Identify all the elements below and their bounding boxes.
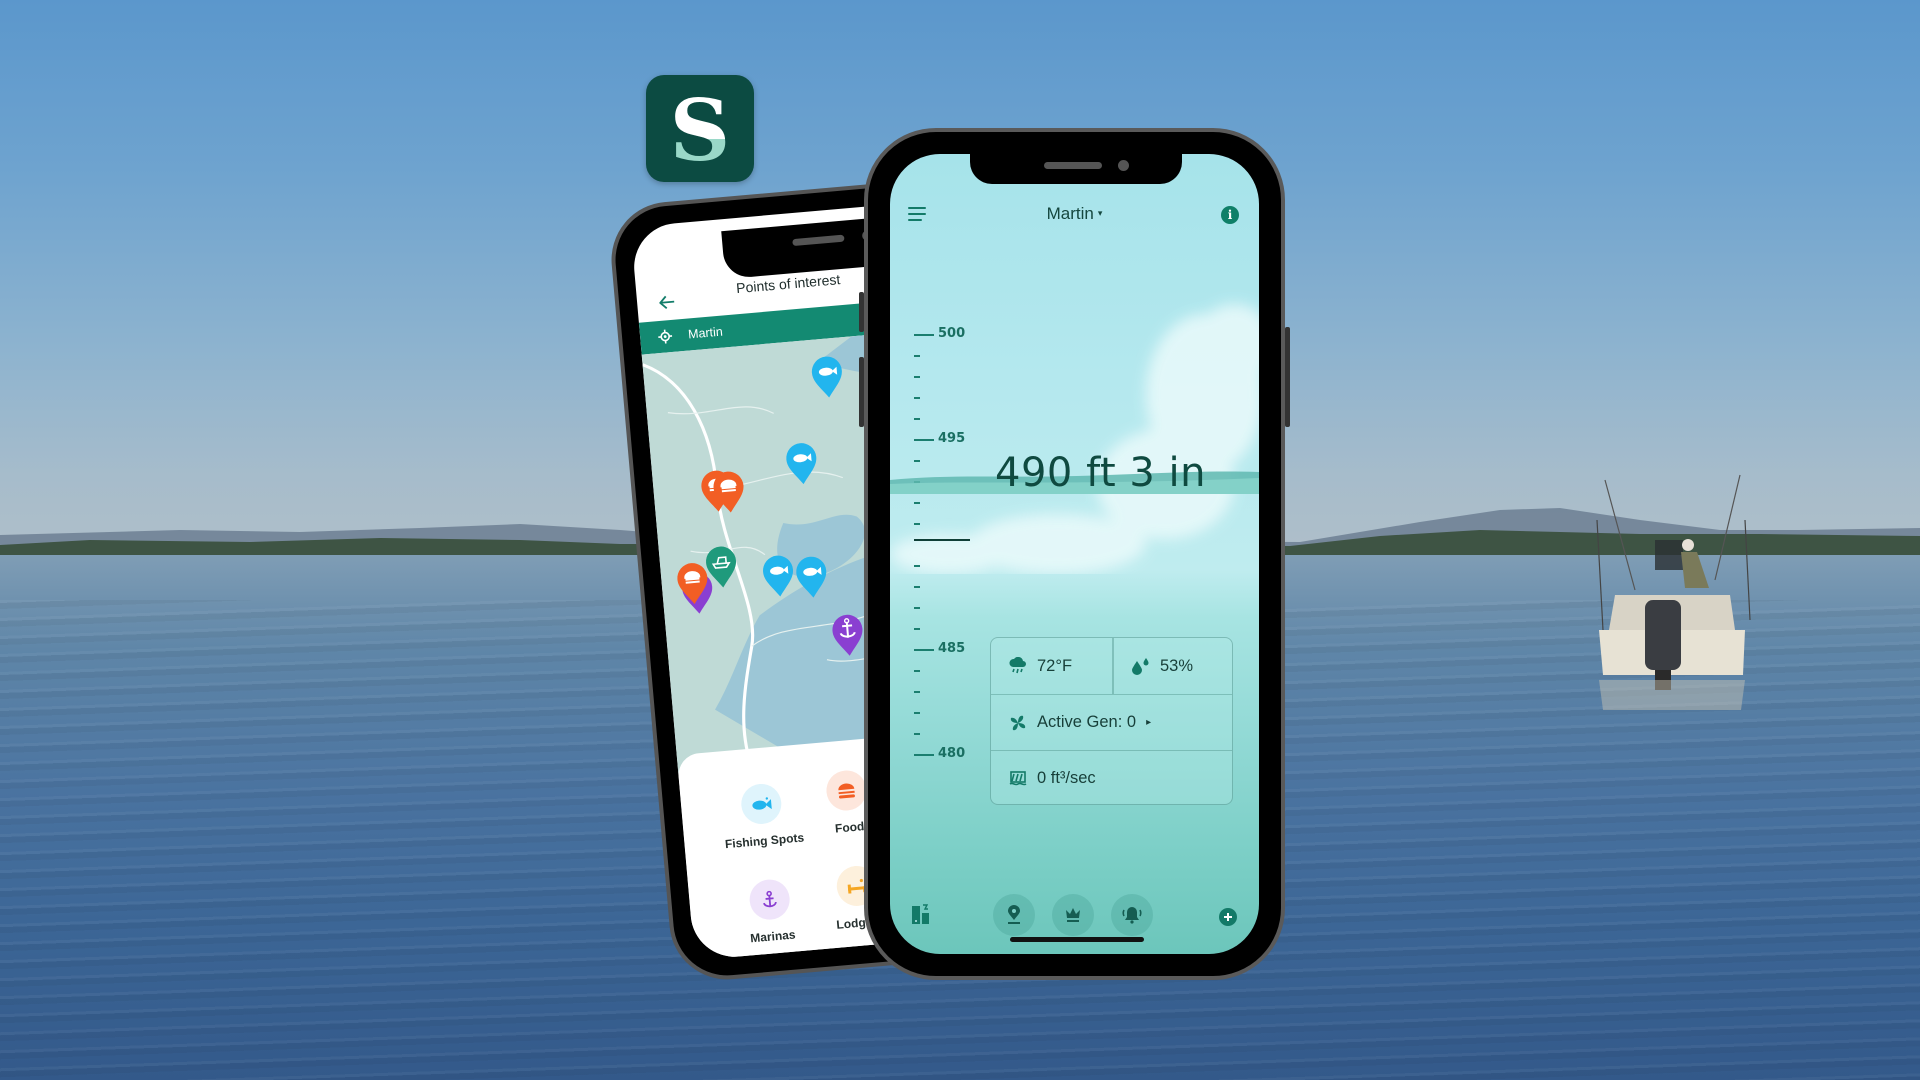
flow-row: 0 ft³/sec [991, 750, 1232, 806]
phone-lake-level: Martin ▾ i 500 495 485 480 490 ft 3 in 72°F … [859, 128, 1290, 980]
location-name: Martin [687, 324, 724, 342]
chevron-right-icon: ▸ [1146, 717, 1152, 728]
humidity-stat: 53% [1112, 638, 1232, 694]
fishing-spot-pin[interactable] [783, 440, 821, 487]
food-pin[interactable] [710, 468, 748, 515]
conditions-card: 72°F 53% Active Gen: 0 ▸ 0 ft³/sec [990, 637, 1233, 805]
gauge-tick-label: 500 [938, 326, 966, 341]
info-icon[interactable]: i [1221, 206, 1239, 224]
crosshair-icon [658, 329, 673, 344]
app-logo: S S [646, 75, 754, 182]
gauge-major-tick [914, 334, 934, 336]
compare-icon[interactable] [912, 904, 930, 929]
gauge-minor-tick [914, 691, 920, 693]
food-pin[interactable] [674, 560, 712, 607]
anchor-icon [763, 890, 777, 908]
temperature-stat: 72°F [991, 638, 1112, 694]
add-icon[interactable] [1219, 908, 1237, 926]
turbine-fan-icon [1010, 715, 1026, 730]
gauge-minor-tick [914, 712, 920, 714]
fishing-boat [1596, 474, 1751, 710]
dam-flow-icon [1009, 770, 1027, 785]
map-pin-icon[interactable] [993, 894, 1035, 936]
fishing-spot-pin[interactable] [808, 353, 846, 400]
water-drops-icon [1132, 658, 1149, 675]
gauge-tick-label: 495 [938, 431, 966, 446]
gauge-minor-tick [914, 733, 920, 735]
gauge-minor-tick [914, 586, 920, 588]
home-indicator [1010, 937, 1144, 942]
active-generation-row[interactable]: Active Gen: 0 ▸ [991, 694, 1232, 750]
lake-level-gauge: 500 495 485 480 [914, 326, 994, 774]
gauge-minor-tick [914, 523, 920, 525]
gauge-minor-tick [914, 376, 920, 378]
fishing-spot-pin[interactable] [793, 553, 831, 600]
rain-cloud-icon [1009, 657, 1026, 674]
gauge-tick-label: 485 [938, 641, 966, 656]
burger-icon [838, 783, 855, 799]
gauge-minor-tick [914, 397, 920, 399]
lotus-icon[interactable] [1052, 894, 1094, 936]
lake-selector[interactable]: Martin ▾ [890, 204, 1259, 224]
back-button[interactable] [658, 292, 676, 316]
current-level-marker [914, 538, 970, 541]
app-logo-s-icon: S S [670, 90, 731, 168]
gauge-major-tick [914, 649, 934, 651]
fish-icon [752, 797, 772, 810]
lake-level-screen: Martin ▾ i 500 495 485 480 490 ft 3 in 72°F … [890, 154, 1259, 954]
gauge-minor-tick [914, 418, 920, 420]
gauge-minor-tick [914, 502, 920, 504]
fishing-spot-pin[interactable] [760, 552, 798, 599]
top-bar: Martin ▾ i [890, 202, 1259, 232]
lake-level-readout: 490 ft 3 in [995, 450, 1206, 496]
gauge-tick-label: 480 [938, 746, 966, 761]
gauge-minor-tick [914, 670, 920, 672]
gauge-minor-tick [914, 607, 920, 609]
caret-down-icon: ▾ [1097, 208, 1103, 218]
arrow-left-icon [658, 295, 675, 310]
gauge-minor-tick [914, 628, 920, 630]
bottom-navigation [890, 884, 1259, 954]
alert-bell-icon[interactable] [1111, 894, 1153, 936]
marina-pin[interactable] [829, 611, 867, 658]
gauge-major-tick [914, 754, 934, 756]
gauge-major-tick [914, 439, 934, 441]
gauge-minor-tick [914, 355, 920, 357]
gauge-minor-tick [914, 565, 920, 567]
